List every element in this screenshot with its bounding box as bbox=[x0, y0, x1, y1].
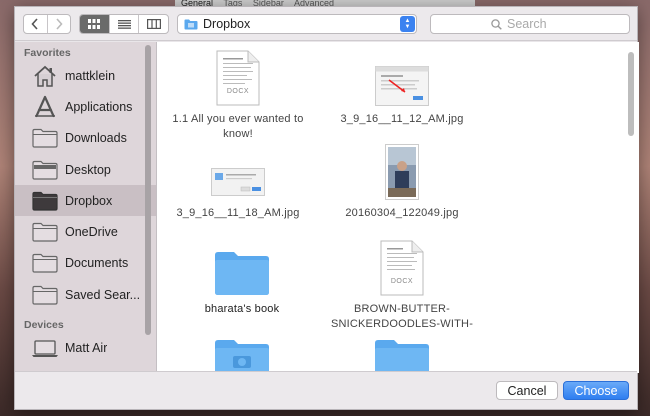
file-browser: DOCX 1.1 All you ever wanted to know! 3_… bbox=[157, 42, 639, 373]
open-dialog: Dropbox ▲ ▼ Favorites mattklein Applic bbox=[14, 6, 639, 410]
sidebar-item-label: Matt Air bbox=[65, 341, 108, 356]
file-item[interactable]: bharata's book bbox=[167, 238, 317, 317]
file-name: 20160304_122049.jpg bbox=[345, 207, 459, 219]
file-item[interactable]: 3_9_16__11_18_AM.jpg bbox=[163, 142, 313, 221]
folder-icon bbox=[167, 238, 317, 296]
location-popup[interactable]: Dropbox ▲ ▼ bbox=[177, 14, 417, 34]
folder-icon bbox=[31, 283, 59, 307]
file-item[interactable]: 3_9_16__11_12_AM.jpg bbox=[327, 48, 477, 127]
icon-view-icon bbox=[88, 19, 101, 29]
sidebar-item-dropbox[interactable]: Dropbox bbox=[15, 185, 156, 217]
favorites-heading: Favorites bbox=[24, 47, 71, 59]
photo-thumbnail bbox=[327, 142, 477, 200]
folder-icon bbox=[31, 189, 59, 213]
list-view-button[interactable] bbox=[108, 15, 139, 33]
sidebar: Favorites mattklein Applications Downloa… bbox=[15, 42, 156, 373]
folder-icon bbox=[31, 126, 59, 150]
file-name-line: know! bbox=[223, 128, 253, 140]
sidebar-item-downloads[interactable]: Downloads bbox=[15, 123, 156, 154]
dialog-toolbar: Dropbox ▲ ▼ bbox=[15, 7, 637, 41]
sidebar-item-label: Documents bbox=[65, 256, 129, 271]
sidebar-item-documents[interactable]: Documents bbox=[15, 248, 156, 279]
search-icon bbox=[491, 18, 502, 30]
file-name: bharata's book bbox=[204, 303, 280, 315]
file-name-line: BROWN-BUTTER- bbox=[353, 303, 451, 315]
file-item[interactable] bbox=[327, 338, 477, 373]
content-scrollbar[interactable] bbox=[628, 52, 634, 136]
column-view-button[interactable] bbox=[138, 15, 168, 33]
sidebar-item-saved-searches[interactable]: Saved Sear... bbox=[15, 279, 156, 310]
file-item[interactable]: DOCX 1.1 All you ever wanted to know! bbox=[163, 48, 313, 142]
file-name: 1.1 All you ever wanted to know! bbox=[163, 112, 313, 142]
column-view-icon bbox=[146, 19, 161, 29]
applications-icon bbox=[31, 95, 59, 119]
sidebar-item-label: Desktop bbox=[65, 162, 111, 177]
laptop-icon bbox=[31, 336, 59, 360]
home-icon bbox=[31, 64, 59, 88]
image-thumbnail bbox=[163, 142, 313, 200]
folder-icon bbox=[327, 338, 477, 373]
sidebar-item-label: mattklein bbox=[65, 68, 116, 83]
sidebar-item-matt-air[interactable]: Matt Air bbox=[15, 332, 156, 363]
file-name: BROWN-BUTTER- SNICKERDOODLES-WITH- bbox=[327, 302, 477, 332]
location-label: Dropbox bbox=[203, 17, 251, 31]
file-name-line: SNICKERDOODLES-WITH- bbox=[330, 318, 474, 330]
sidebar-item-label: Dropbox bbox=[65, 193, 113, 208]
file-item[interactable]: DOCX BROWN-BUTTER- SNICKERDOODLES-WITH- bbox=[327, 238, 477, 332]
sidebar-item-onedrive[interactable]: OneDrive bbox=[15, 216, 156, 247]
file-item[interactable]: 20160304_122049.jpg bbox=[327, 142, 477, 221]
choose-button[interactable]: Choose bbox=[563, 381, 629, 400]
docx-file-icon bbox=[327, 238, 477, 296]
cancel-button[interactable]: Cancel bbox=[496, 381, 558, 400]
file-name-line: 1.1 All you ever wanted to bbox=[172, 113, 304, 125]
file-name: 3_9_16__11_18_AM.jpg bbox=[176, 207, 300, 219]
folder-icon bbox=[31, 251, 59, 275]
image-thumbnail bbox=[327, 48, 477, 106]
history-nav bbox=[23, 14, 71, 34]
chevron-right-icon bbox=[56, 18, 63, 30]
folder-icon bbox=[31, 220, 59, 244]
desktop-icon bbox=[31, 158, 59, 182]
icon-view-button[interactable] bbox=[80, 15, 109, 33]
chevron-left-icon bbox=[31, 18, 38, 30]
view-mode-switcher bbox=[79, 14, 169, 34]
search-field[interactable] bbox=[430, 14, 630, 34]
file-item[interactable] bbox=[167, 338, 317, 373]
folder-icon bbox=[184, 19, 198, 29]
sidebar-item-mattklein[interactable]: mattklein bbox=[15, 60, 156, 91]
file-type-badge: DOCX bbox=[226, 88, 250, 95]
file-type-badge: DOCX bbox=[390, 278, 414, 285]
sidebar-item-label: Saved Sear... bbox=[65, 287, 141, 302]
docx-file-icon bbox=[163, 48, 313, 106]
file-name: 3_9_16__11_12_AM.jpg bbox=[340, 113, 464, 125]
search-input[interactable] bbox=[507, 17, 607, 31]
sidebar-item-applications[interactable]: Applications bbox=[15, 91, 156, 122]
camera-folder-icon bbox=[167, 338, 317, 373]
location-dropdown-arrow[interactable]: ▲ ▼ bbox=[400, 16, 415, 32]
back-button[interactable] bbox=[24, 15, 47, 33]
list-view-icon bbox=[117, 19, 131, 29]
chevron-down-icon: ▼ bbox=[404, 24, 411, 30]
sidebar-item-label: OneDrive bbox=[65, 225, 118, 240]
sidebar-item-desktop[interactable]: Desktop bbox=[15, 154, 156, 185]
sidebar-scrollbar[interactable] bbox=[145, 45, 151, 335]
dialog-footer: Cancel Choose bbox=[15, 371, 637, 409]
devices-heading: Devices bbox=[24, 319, 64, 332]
forward-button[interactable] bbox=[46, 15, 71, 33]
sidebar-item-label: Applications bbox=[65, 99, 133, 114]
sidebar-item-label: Downloads bbox=[65, 131, 127, 146]
